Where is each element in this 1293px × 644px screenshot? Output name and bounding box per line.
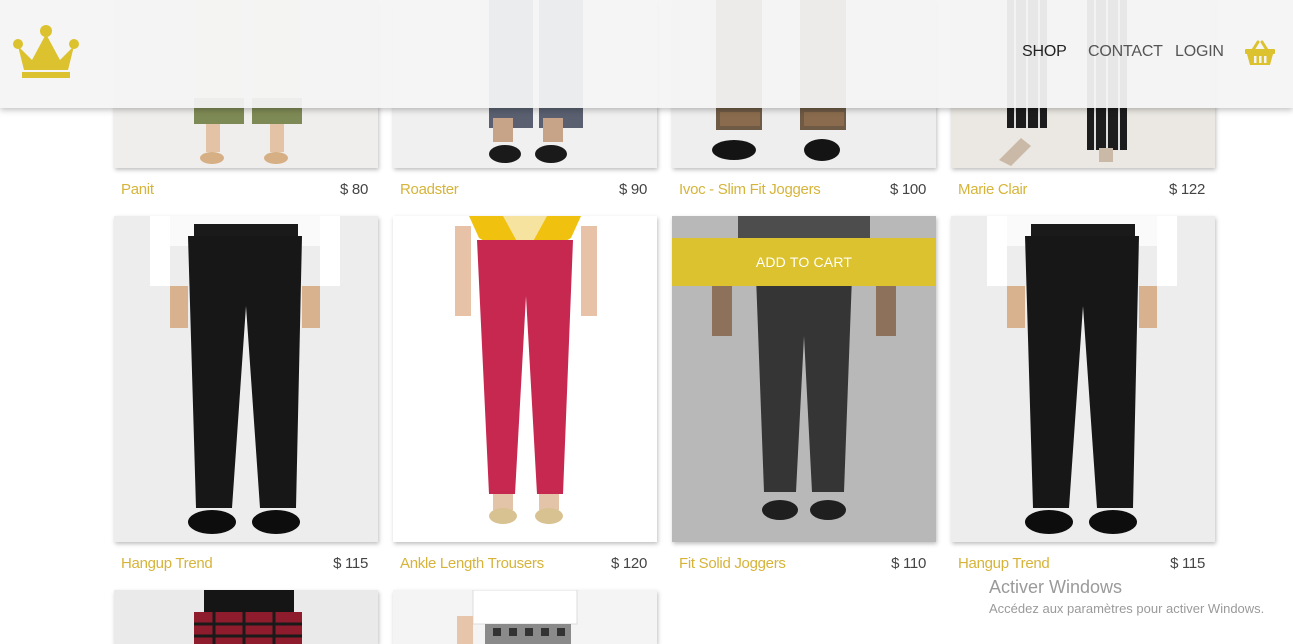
product-price: $ 80 bbox=[340, 181, 368, 198]
nav-contact[interactable]: CONTACT bbox=[1088, 43, 1163, 61]
product-caption: Marie Clair $ 122 bbox=[951, 181, 1215, 201]
product-caption: Hangup Trend $ 115 bbox=[951, 555, 1215, 575]
add-to-cart-button[interactable]: ADD TO CART bbox=[672, 238, 936, 286]
product-caption: Ivoc - Slim Fit Joggers $ 100 bbox=[672, 181, 936, 201]
product-caption: Hangup Trend $ 115 bbox=[114, 555, 378, 575]
product-name[interactable]: Roadster bbox=[400, 181, 459, 198]
product-image[interactable]: ADD TO CART bbox=[672, 216, 936, 542]
product-price: $ 100 bbox=[889, 181, 926, 198]
product-name[interactable]: Ankle Length Trousers bbox=[400, 555, 544, 572]
product-caption: Roadster $ 90 bbox=[393, 181, 657, 201]
product-price: $ 90 bbox=[619, 181, 647, 198]
product-caption: Ankle Length Trousers $ 120 bbox=[393, 555, 657, 575]
windows-activation-title: Activer Windows bbox=[989, 577, 1123, 597]
product-image[interactable] bbox=[951, 216, 1215, 542]
product-image[interactable] bbox=[393, 216, 657, 542]
product-caption: Panit $ 80 bbox=[114, 181, 378, 201]
product-price: $ 120 bbox=[610, 555, 647, 572]
product-name[interactable]: Panit bbox=[121, 181, 154, 198]
product-price: $ 115 bbox=[1170, 555, 1205, 572]
product-name[interactable]: Fit Solid Joggers bbox=[679, 555, 786, 572]
basket-icon[interactable] bbox=[1244, 40, 1276, 66]
product-name[interactable]: Ivoc - Slim Fit Joggers bbox=[679, 181, 821, 198]
product-price: $ 115 bbox=[333, 555, 368, 572]
product-caption: Fit Solid Joggers $ 110 bbox=[672, 555, 936, 575]
nav-shop[interactable]: SHOP bbox=[1022, 43, 1067, 61]
nav-login[interactable]: LOGIN bbox=[1175, 43, 1224, 61]
product-image[interactable] bbox=[393, 590, 657, 644]
site-header: SHOP CONTACT LOGIN bbox=[0, 0, 1293, 108]
product-image[interactable] bbox=[114, 590, 378, 644]
product-name[interactable]: Hangup Trend bbox=[121, 555, 213, 572]
windows-activation-subtitle: Accédez aux paramètres pour activer Wind… bbox=[989, 601, 1265, 616]
product-price: $ 122 bbox=[1168, 181, 1205, 198]
product-price: $ 110 bbox=[891, 555, 926, 572]
product-name[interactable]: Hangup Trend bbox=[958, 555, 1050, 572]
product-image[interactable] bbox=[114, 216, 378, 542]
product-name[interactable]: Marie Clair bbox=[958, 181, 1028, 198]
crown-icon[interactable] bbox=[12, 24, 80, 80]
